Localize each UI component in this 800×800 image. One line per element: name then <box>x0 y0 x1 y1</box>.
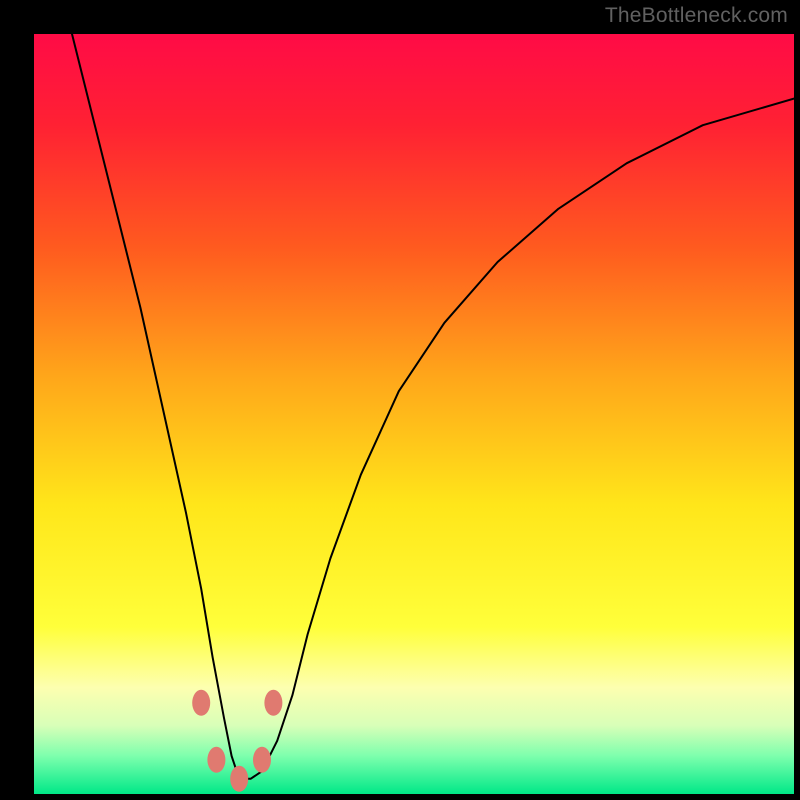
marker-0 <box>192 690 210 716</box>
marker-2 <box>230 766 248 792</box>
chart-plot-area <box>34 34 794 794</box>
marker-1 <box>207 747 225 773</box>
marker-4 <box>264 690 282 716</box>
watermark-text: TheBottleneck.com <box>605 4 788 28</box>
chart-svg <box>34 34 794 794</box>
marker-3 <box>253 747 271 773</box>
gradient-background <box>34 34 794 794</box>
